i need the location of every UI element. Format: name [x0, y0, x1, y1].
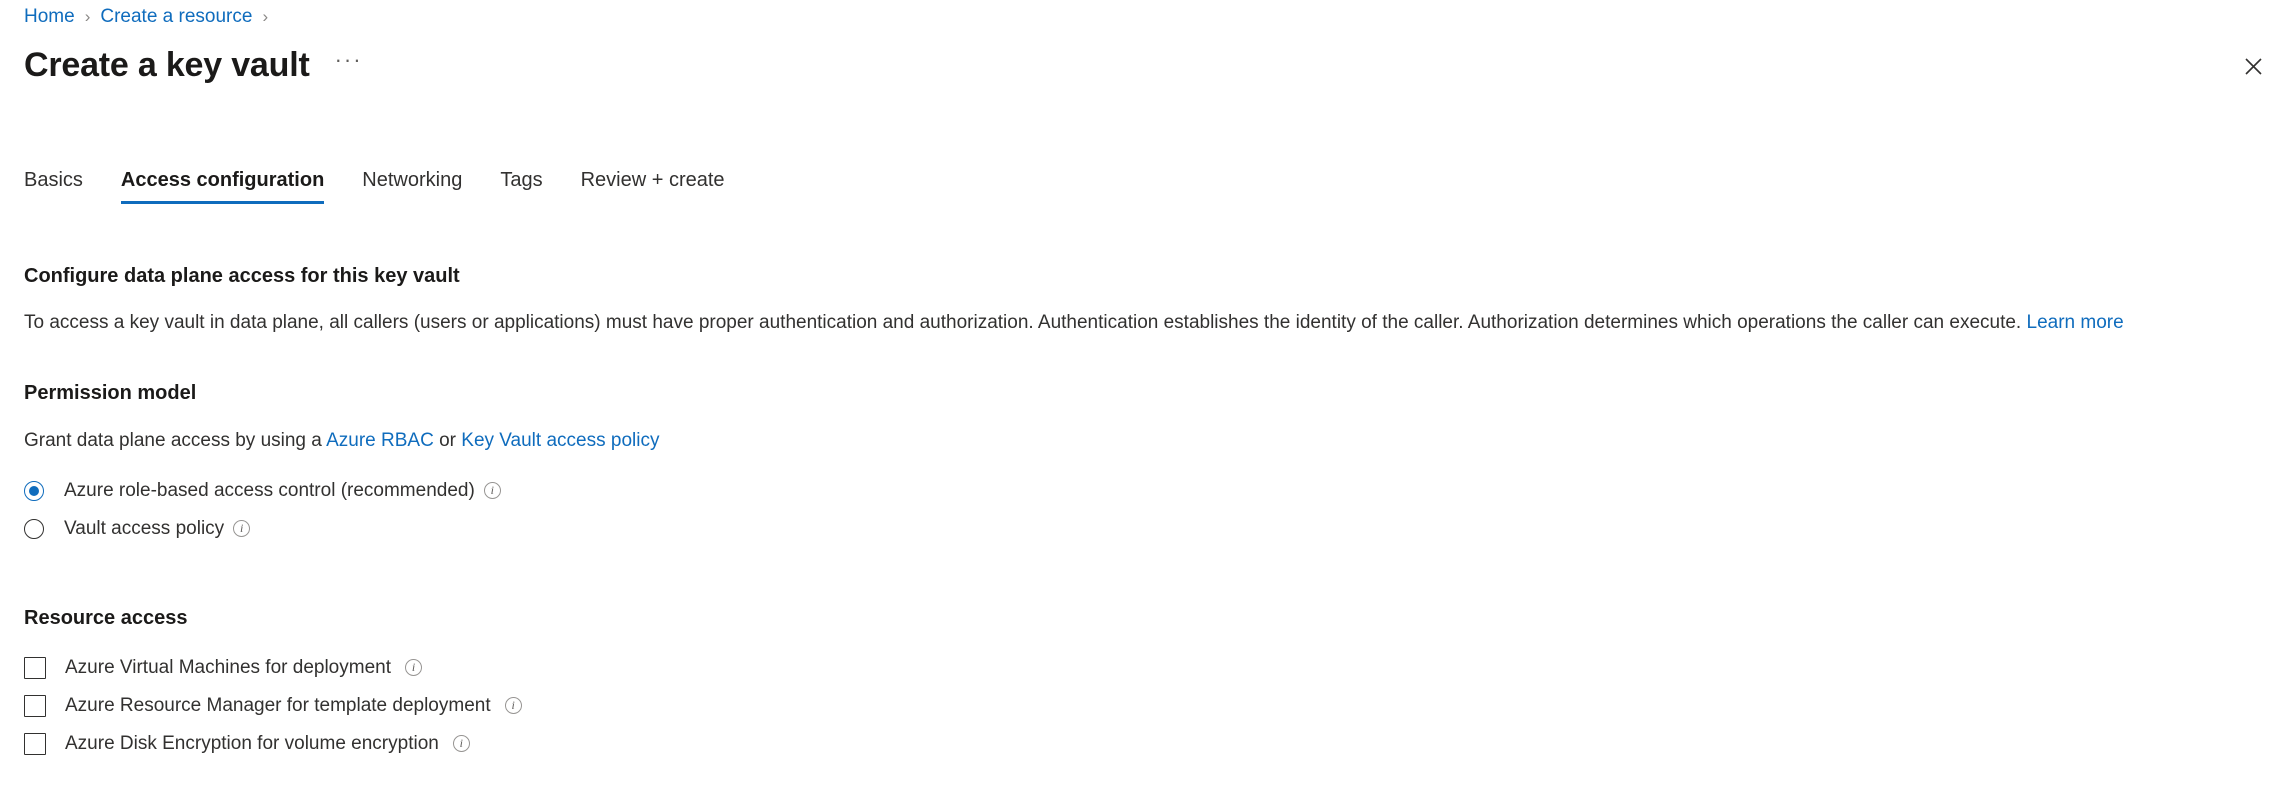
resource-access-checkbox-group: Azure Virtual Machines for deployment i …: [24, 654, 2265, 758]
breadcrumb: Home › Create a resource ›: [24, 4, 278, 30]
breadcrumb-item-home[interactable]: Home: [24, 4, 75, 30]
checkbox-unchecked-icon[interactable]: [24, 657, 46, 679]
tab-basics[interactable]: Basics: [24, 167, 83, 204]
page-header: Create a key vault ···: [24, 40, 366, 90]
tab-tags[interactable]: Tags: [500, 167, 542, 204]
info-icon[interactable]: i: [404, 658, 422, 676]
checkbox-row-azure-disk-encryption-label: Azure Disk Encryption for volume encrypt…: [65, 733, 439, 754]
key-vault-access-policy-link[interactable]: Key Vault access policy: [461, 430, 659, 451]
permission-model-subtext-middle: or: [439, 430, 456, 451]
checkbox-row-azure-disk-encryption[interactable]: Azure Disk Encryption for volume encrypt…: [24, 730, 2265, 758]
close-icon[interactable]: [2235, 48, 2271, 84]
breadcrumb-separator-icon: ›: [262, 7, 269, 26]
page-title: Create a key vault: [24, 46, 310, 84]
resource-access-heading: Resource access: [24, 607, 188, 629]
info-icon[interactable]: i: [504, 696, 522, 714]
checkbox-row-azure-resource-manager[interactable]: Azure Resource Manager for template depl…: [24, 692, 2265, 720]
resource-access-section: Resource access Azure Virtual Machines f…: [24, 604, 2265, 758]
checkbox-row-azure-virtual-machines[interactable]: Azure Virtual Machines for deployment i: [24, 654, 2265, 682]
radio-option-azure-rbac[interactable]: Azure role-based access control (recomme…: [24, 477, 2265, 505]
permission-model-heading: Permission model: [24, 382, 197, 404]
learn-more-link[interactable]: Learn more: [2027, 312, 2124, 333]
info-icon[interactable]: i: [452, 734, 470, 752]
radio-option-azure-rbac-label: Azure role-based access control (recomme…: [64, 480, 475, 501]
tab-networking[interactable]: Networking: [362, 167, 462, 204]
main-content: Configure data plane access for this key…: [24, 262, 2265, 758]
checkbox-unchecked-icon[interactable]: [24, 695, 46, 717]
info-icon[interactable]: i: [233, 519, 251, 537]
breadcrumb-item-create-a-resource[interactable]: Create a resource: [100, 4, 252, 30]
ellipsis-icon[interactable]: ···: [332, 48, 366, 82]
tab-bar: Basics Access configuration Networking T…: [24, 160, 725, 204]
radio-option-vault-access-policy-label: Vault access policy: [64, 518, 225, 539]
section-description-text: To access a key vault in data plane, all…: [24, 312, 2022, 333]
tab-review-create[interactable]: Review + create: [581, 167, 725, 204]
tab-access-configuration[interactable]: Access configuration: [120, 167, 325, 204]
azure-rbac-link[interactable]: Azure RBAC: [326, 430, 434, 451]
checkbox-row-azure-resource-manager-label: Azure Resource Manager for template depl…: [65, 695, 491, 716]
checkbox-unchecked-icon[interactable]: [24, 733, 46, 755]
info-icon[interactable]: i: [483, 481, 501, 499]
breadcrumb-separator-icon: ›: [84, 7, 91, 26]
radio-unselected-icon[interactable]: [24, 519, 44, 539]
section-description: To access a key vault in data plane, all…: [24, 310, 2265, 336]
checkbox-row-azure-virtual-machines-label: Azure Virtual Machines for deployment: [65, 657, 391, 678]
section-title-configure-data-plane-access: Configure data plane access for this key…: [24, 265, 460, 287]
radio-option-vault-access-policy[interactable]: Vault access policy i: [24, 515, 2265, 543]
radio-selected-icon[interactable]: [24, 481, 44, 501]
permission-model-section: Permission model Grant data plane access…: [24, 379, 2265, 543]
permission-model-radio-group: Azure role-based access control (recomme…: [24, 477, 2265, 543]
permission-model-subtext: Grant data plane access by using a Azure…: [24, 428, 2265, 454]
permission-model-subtext-prefix: Grant data plane access by using a: [24, 430, 322, 451]
